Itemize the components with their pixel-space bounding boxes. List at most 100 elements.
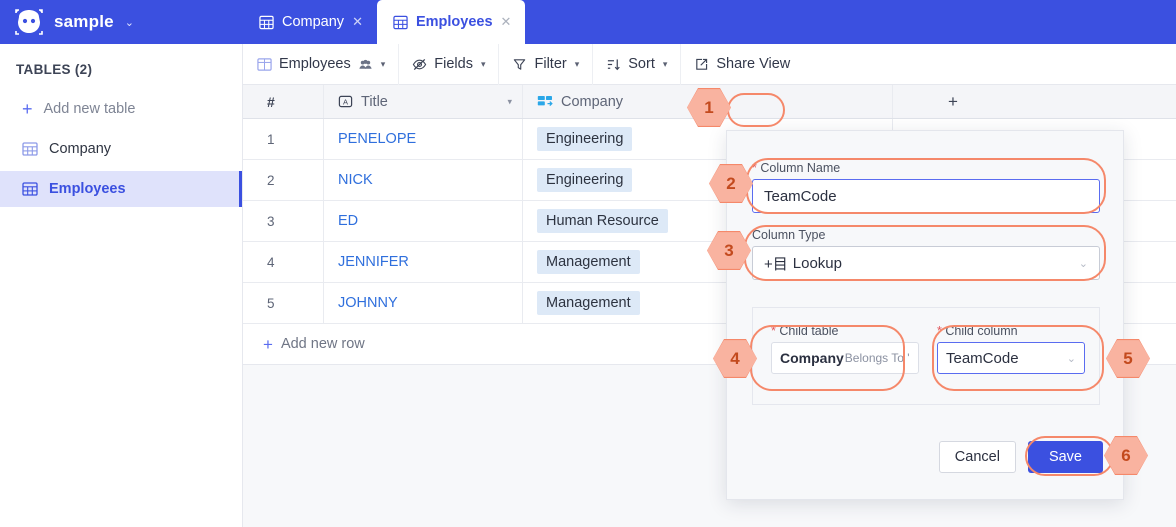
tab-label: Company	[282, 14, 345, 30]
toolbar-filter-button[interactable]: Filter ▾	[499, 43, 594, 85]
toolbar-label: Share View	[716, 56, 791, 72]
svg-text:A: A	[343, 98, 348, 107]
row-index: 3	[243, 201, 324, 241]
table-header-row: # A Title ▾ Company +	[243, 85, 1176, 119]
column-name-input[interactable]: TeamCode	[752, 179, 1100, 213]
column-type-label: Column Type	[752, 228, 826, 242]
row-index: 5	[243, 283, 324, 323]
child-table-group: * Child table Company Belongs To 'C	[771, 324, 919, 374]
child-table-select[interactable]: Company Belongs To 'C	[771, 342, 919, 374]
chevron-down-icon[interactable]: ⌄	[1079, 257, 1088, 270]
child-table-value: Company	[780, 350, 844, 366]
tab-bar: Company ✕ Employees ✕	[243, 0, 526, 44]
chevron-down-icon[interactable]: ▾	[481, 59, 486, 70]
cell-title[interactable]: PENELOPE	[324, 119, 523, 159]
child-column-group: * Child column TeamCode ⌄	[937, 324, 1085, 374]
grid-icon	[393, 15, 408, 30]
brand[interactable]: sample ⌄	[14, 0, 134, 44]
row-index: 1	[243, 119, 324, 159]
add-column-button[interactable]: +	[893, 85, 1176, 118]
toolbar-fields-button[interactable]: Fields ▾	[399, 43, 500, 85]
company-chip: Engineering	[537, 127, 633, 151]
required-marker: *	[752, 161, 757, 175]
company-chip: Management	[537, 291, 640, 315]
column-type-select[interactable]: +目 Lookup ⌄	[752, 246, 1100, 280]
child-column-label: * Child column	[937, 324, 1085, 338]
close-icon[interactable]: ✕	[501, 14, 512, 30]
toolbar-view-employees[interactable]: Employees ▾	[243, 43, 400, 85]
child-relation-group: * Child table Company Belongs To 'C * Ch…	[752, 307, 1100, 405]
column-header-company[interactable]: Company	[523, 85, 893, 118]
people-icon[interactable]	[358, 57, 373, 72]
sidebar-item-company[interactable]: Company	[0, 131, 242, 167]
top-bar: sample ⌄ Company ✕ Employees ✕	[0, 0, 1176, 44]
external-link-icon	[694, 57, 709, 72]
cell-title[interactable]: ED	[324, 201, 523, 241]
dialog-actions: Cancel Save	[938, 441, 1103, 473]
column-header-label: Company	[561, 93, 624, 110]
tab-employees[interactable]: Employees ✕	[376, 0, 526, 44]
create-column-dialog: * Column Name TeamCode Column Type +目 Lo…	[726, 130, 1124, 500]
row-index: 4	[243, 242, 324, 282]
chevron-down-icon[interactable]: ⌄	[1067, 352, 1076, 365]
chevron-down-icon[interactable]: ⌄	[125, 16, 134, 29]
text-field-icon: A	[338, 94, 353, 109]
column-name-label-text: Column Name	[760, 161, 841, 175]
chevron-down-icon[interactable]: ▾	[507, 96, 512, 107]
tables-heading: TABLES (2)	[16, 62, 93, 77]
sidebar-item-label: Company	[49, 141, 112, 157]
eye-slash-icon	[412, 57, 427, 72]
company-chip: Management	[537, 250, 640, 274]
view-toolbar: Employees ▾ Fields ▾ Filter ▾ Sort ▾ Sha…	[243, 43, 1176, 85]
chevron-down-icon[interactable]: ▾	[575, 59, 580, 70]
column-header-index: #	[243, 85, 324, 118]
grid-icon	[259, 15, 274, 30]
close-icon[interactable]: ✕	[352, 14, 363, 30]
column-header-label: Title	[361, 93, 388, 110]
toolbar-label: Filter	[534, 56, 567, 72]
cell-title[interactable]: NICK	[324, 160, 523, 200]
child-table-label: * Child table	[771, 324, 919, 338]
robot-logo-icon	[14, 9, 44, 35]
toolbar-sort-button[interactable]: Sort ▾	[593, 43, 682, 85]
child-column-label-text: Child column	[945, 324, 1018, 338]
plus-icon: +	[263, 334, 273, 354]
column-type-value: Lookup	[792, 254, 842, 272]
tab-label: Employees	[415, 14, 493, 30]
add-new-table-label: Add new table	[43, 101, 136, 117]
funnel-icon	[512, 57, 527, 72]
required-marker: *	[937, 324, 942, 338]
child-column-select[interactable]: TeamCode ⌄	[937, 342, 1085, 374]
column-type-group: Column Type +目 Lookup ⌄	[752, 228, 1100, 280]
column-header-title[interactable]: A Title ▾	[324, 85, 523, 118]
company-chip: Human Resource	[537, 209, 668, 233]
add-new-table-button[interactable]: + Add new table	[0, 91, 242, 127]
sidebar-item-label: Employees	[49, 181, 126, 197]
sidebar: TABLES (2) + Add new table Company Emplo…	[0, 44, 243, 527]
cancel-button[interactable]: Cancel	[938, 441, 1016, 473]
child-table-relation: Belongs To 'C	[844, 351, 910, 365]
toolbar-label: Sort	[628, 56, 655, 72]
toolbar-label: Employees	[279, 56, 351, 72]
toolbar-share-view-button[interactable]: Share View	[681, 44, 803, 85]
chevron-down-icon[interactable]: ▾	[381, 59, 386, 70]
app-root: sample ⌄ Company ✕ Employees ✕ TABLES (2…	[0, 0, 1176, 527]
column-name-label: * Column Name	[752, 161, 1100, 175]
sidebar-item-employees[interactable]: Employees	[0, 171, 242, 207]
row-index: 2	[243, 160, 324, 200]
child-table-label-text: Child table	[779, 324, 839, 338]
plus-icon: +	[22, 99, 33, 119]
child-column-value: TeamCode	[946, 349, 1019, 367]
cell-title[interactable]: JENNIFER	[324, 242, 523, 282]
column-name-group: * Column Name TeamCode	[752, 161, 1100, 213]
link-to-record-icon	[537, 95, 553, 109]
chevron-down-icon[interactable]: ▾	[663, 59, 668, 70]
tab-company[interactable]: Company ✕	[243, 0, 377, 44]
sort-icon	[606, 57, 621, 72]
brand-name: sample	[54, 12, 114, 31]
toolbar-label: Fields	[434, 56, 473, 72]
cell-title[interactable]: JOHNNY	[324, 283, 523, 323]
save-button[interactable]: Save	[1027, 441, 1103, 473]
company-chip: Engineering	[537, 168, 633, 192]
grid-icon	[22, 181, 38, 197]
